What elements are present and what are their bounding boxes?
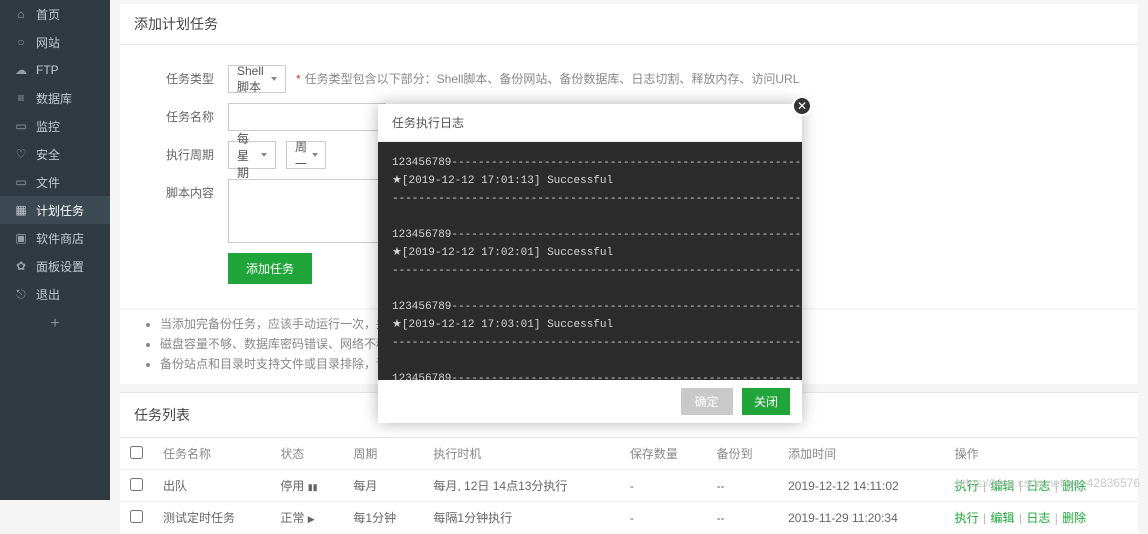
- sidebar-item-label: FTP: [36, 63, 59, 77]
- col-cycle: 周期: [343, 438, 423, 470]
- sidebar-item-label: 软件商店: [36, 230, 84, 247]
- col-timing: 执行时机: [423, 438, 620, 470]
- cell-timing: 每月, 12日 14点13分执行: [423, 470, 620, 502]
- folder-icon: ▭: [14, 175, 28, 189]
- col-backup: 备份到: [707, 438, 778, 470]
- sidebar-item-settings[interactable]: ✿ 面板设置: [0, 252, 110, 280]
- cycle-label: 执行周期: [160, 141, 214, 169]
- task-type-select[interactable]: Shell脚本: [228, 65, 286, 93]
- log-modal: ✕ 任务执行日志 123456789----------------------…: [378, 104, 802, 423]
- cell-status[interactable]: 停用 ▮▮: [270, 470, 343, 502]
- op-link[interactable]: 编辑: [991, 511, 1015, 525]
- log-console[interactable]: 123456789-------------------------------…: [378, 142, 802, 380]
- col-ops: 操作: [945, 438, 1138, 470]
- task-type-value: Shell脚本: [237, 64, 266, 95]
- sidebar-item-monitor[interactable]: ▭ 监控: [0, 112, 110, 140]
- sidebar-item-label: 安全: [36, 146, 60, 163]
- cycle-select-2-value: 周一: [295, 138, 307, 172]
- sidebar-item-db[interactable]: ≡ 数据库: [0, 84, 110, 112]
- confirm-button[interactable]: 确定: [681, 388, 733, 415]
- cell-timing: 每隔1分钟执行: [423, 502, 620, 534]
- home-icon: ⌂: [14, 7, 28, 21]
- cell-backup: --: [707, 502, 778, 534]
- database-icon: ≡: [14, 91, 28, 105]
- sidebar-item-files[interactable]: ▭ 文件: [0, 168, 110, 196]
- sidebar-item-exit[interactable]: ⎋ 退出: [0, 280, 110, 308]
- sidebar-item-ftp[interactable]: ☁ FTP: [0, 56, 110, 84]
- row-checkbox[interactable]: [130, 478, 143, 491]
- select-all-checkbox[interactable]: [130, 446, 143, 459]
- op-link[interactable]: 执行: [955, 511, 979, 525]
- tasks-icon: ▦: [14, 203, 28, 217]
- col-added: 添加时间: [778, 438, 945, 470]
- monitor-icon: ▭: [14, 119, 28, 133]
- shield-icon: ♡: [14, 147, 28, 161]
- col-keep: 保存数量: [620, 438, 707, 470]
- sidebar-item-label: 数据库: [36, 90, 72, 107]
- table-row: 测试定时任务正常 ▶每1分钟每隔1分钟执行---2019-11-29 11:20…: [120, 502, 1138, 534]
- add-task-button[interactable]: 添加任务: [228, 253, 312, 284]
- cycle-select-1-value: 每星期: [237, 130, 256, 181]
- cycle-select-1[interactable]: 每星期: [228, 141, 276, 169]
- cell-backup: --: [707, 470, 778, 502]
- sidebar-item-home[interactable]: ⌂ 首页: [0, 0, 110, 28]
- sidebar-item-store[interactable]: ▣ 软件商店: [0, 224, 110, 252]
- sidebar-item-label: 面板设置: [36, 258, 84, 275]
- sidebar-item-label: 网站: [36, 34, 60, 51]
- cell-added: 2019-11-29 11:20:34: [778, 502, 945, 534]
- script-label: 脚本内容: [160, 179, 214, 207]
- cell-name: 出队: [153, 470, 270, 502]
- settings-icon: ✿: [14, 259, 28, 273]
- cell-cycle: 每1分钟: [343, 502, 423, 534]
- exit-icon: ⎋: [14, 287, 28, 301]
- sidebar: ⌂ 首页 ○ 网站 ☁ FTP ≡ 数据库 ▭ 监控 ♡ 安全 ▭ 文件 ▦ 计划任务 ▣ 软件商…: [0, 0, 110, 500]
- task-type-tip: * 任务类型包含以下部分：Shell脚本、备份网站、备份数据库、日志切割、释放内存…: [296, 65, 799, 93]
- task-name-input[interactable]: [228, 103, 386, 131]
- task-type-label: 任务类型: [160, 65, 214, 93]
- task-name-label: 任务名称: [160, 103, 214, 131]
- cloud-icon: ☁: [14, 63, 28, 77]
- task-type-tip-text: 任务类型包含以下部分：Shell脚本、备份网站、备份数据库、日志切割、释放内存、…: [305, 72, 800, 86]
- cell-status[interactable]: 正常 ▶: [270, 502, 343, 534]
- chevron-down-icon: [312, 153, 318, 157]
- op-link[interactable]: 日志: [1026, 511, 1050, 525]
- store-icon: ▣: [14, 231, 28, 245]
- close-button[interactable]: 关闭: [742, 388, 790, 415]
- cell-added: 2019-12-12 14:11:02: [778, 470, 945, 502]
- chevron-down-icon: [261, 153, 267, 157]
- required-icon: *: [296, 72, 301, 86]
- sidebar-item-label: 退出: [36, 286, 60, 303]
- chevron-down-icon: [271, 77, 277, 81]
- sidebar-add[interactable]: +: [0, 312, 110, 336]
- modal-title: 任务执行日志: [378, 104, 802, 142]
- cell-cycle: 每月: [343, 470, 423, 502]
- row-checkbox[interactable]: [130, 510, 143, 523]
- page-title: 添加计划任务: [120, 4, 1138, 45]
- sidebar-item-site[interactable]: ○ 网站: [0, 28, 110, 56]
- sidebar-item-label: 文件: [36, 174, 60, 191]
- col-name: 任务名称: [153, 438, 270, 470]
- sidebar-item-cron[interactable]: ▦ 计划任务: [0, 196, 110, 224]
- modal-footer: 确定 关闭: [378, 380, 802, 423]
- sidebar-item-label: 首页: [36, 6, 60, 23]
- sidebar-item-security[interactable]: ♡ 安全: [0, 140, 110, 168]
- col-status: 状态: [270, 438, 343, 470]
- sidebar-item-label: 监控: [36, 118, 60, 135]
- op-link[interactable]: 删除: [1062, 511, 1086, 525]
- cell-name: 测试定时任务: [153, 502, 270, 534]
- watermark: https://blog.csdn.net/qq_42836576: [956, 476, 1140, 490]
- globe-icon: ○: [14, 35, 28, 49]
- sidebar-item-label: 计划任务: [36, 202, 84, 219]
- cell-keep: -: [620, 470, 707, 502]
- cell-keep: -: [620, 502, 707, 534]
- cycle-select-2[interactable]: 周一: [286, 141, 326, 169]
- cell-ops: 执行 | 编辑 | 日志 | 删除: [945, 502, 1138, 534]
- close-icon[interactable]: ✕: [792, 96, 812, 116]
